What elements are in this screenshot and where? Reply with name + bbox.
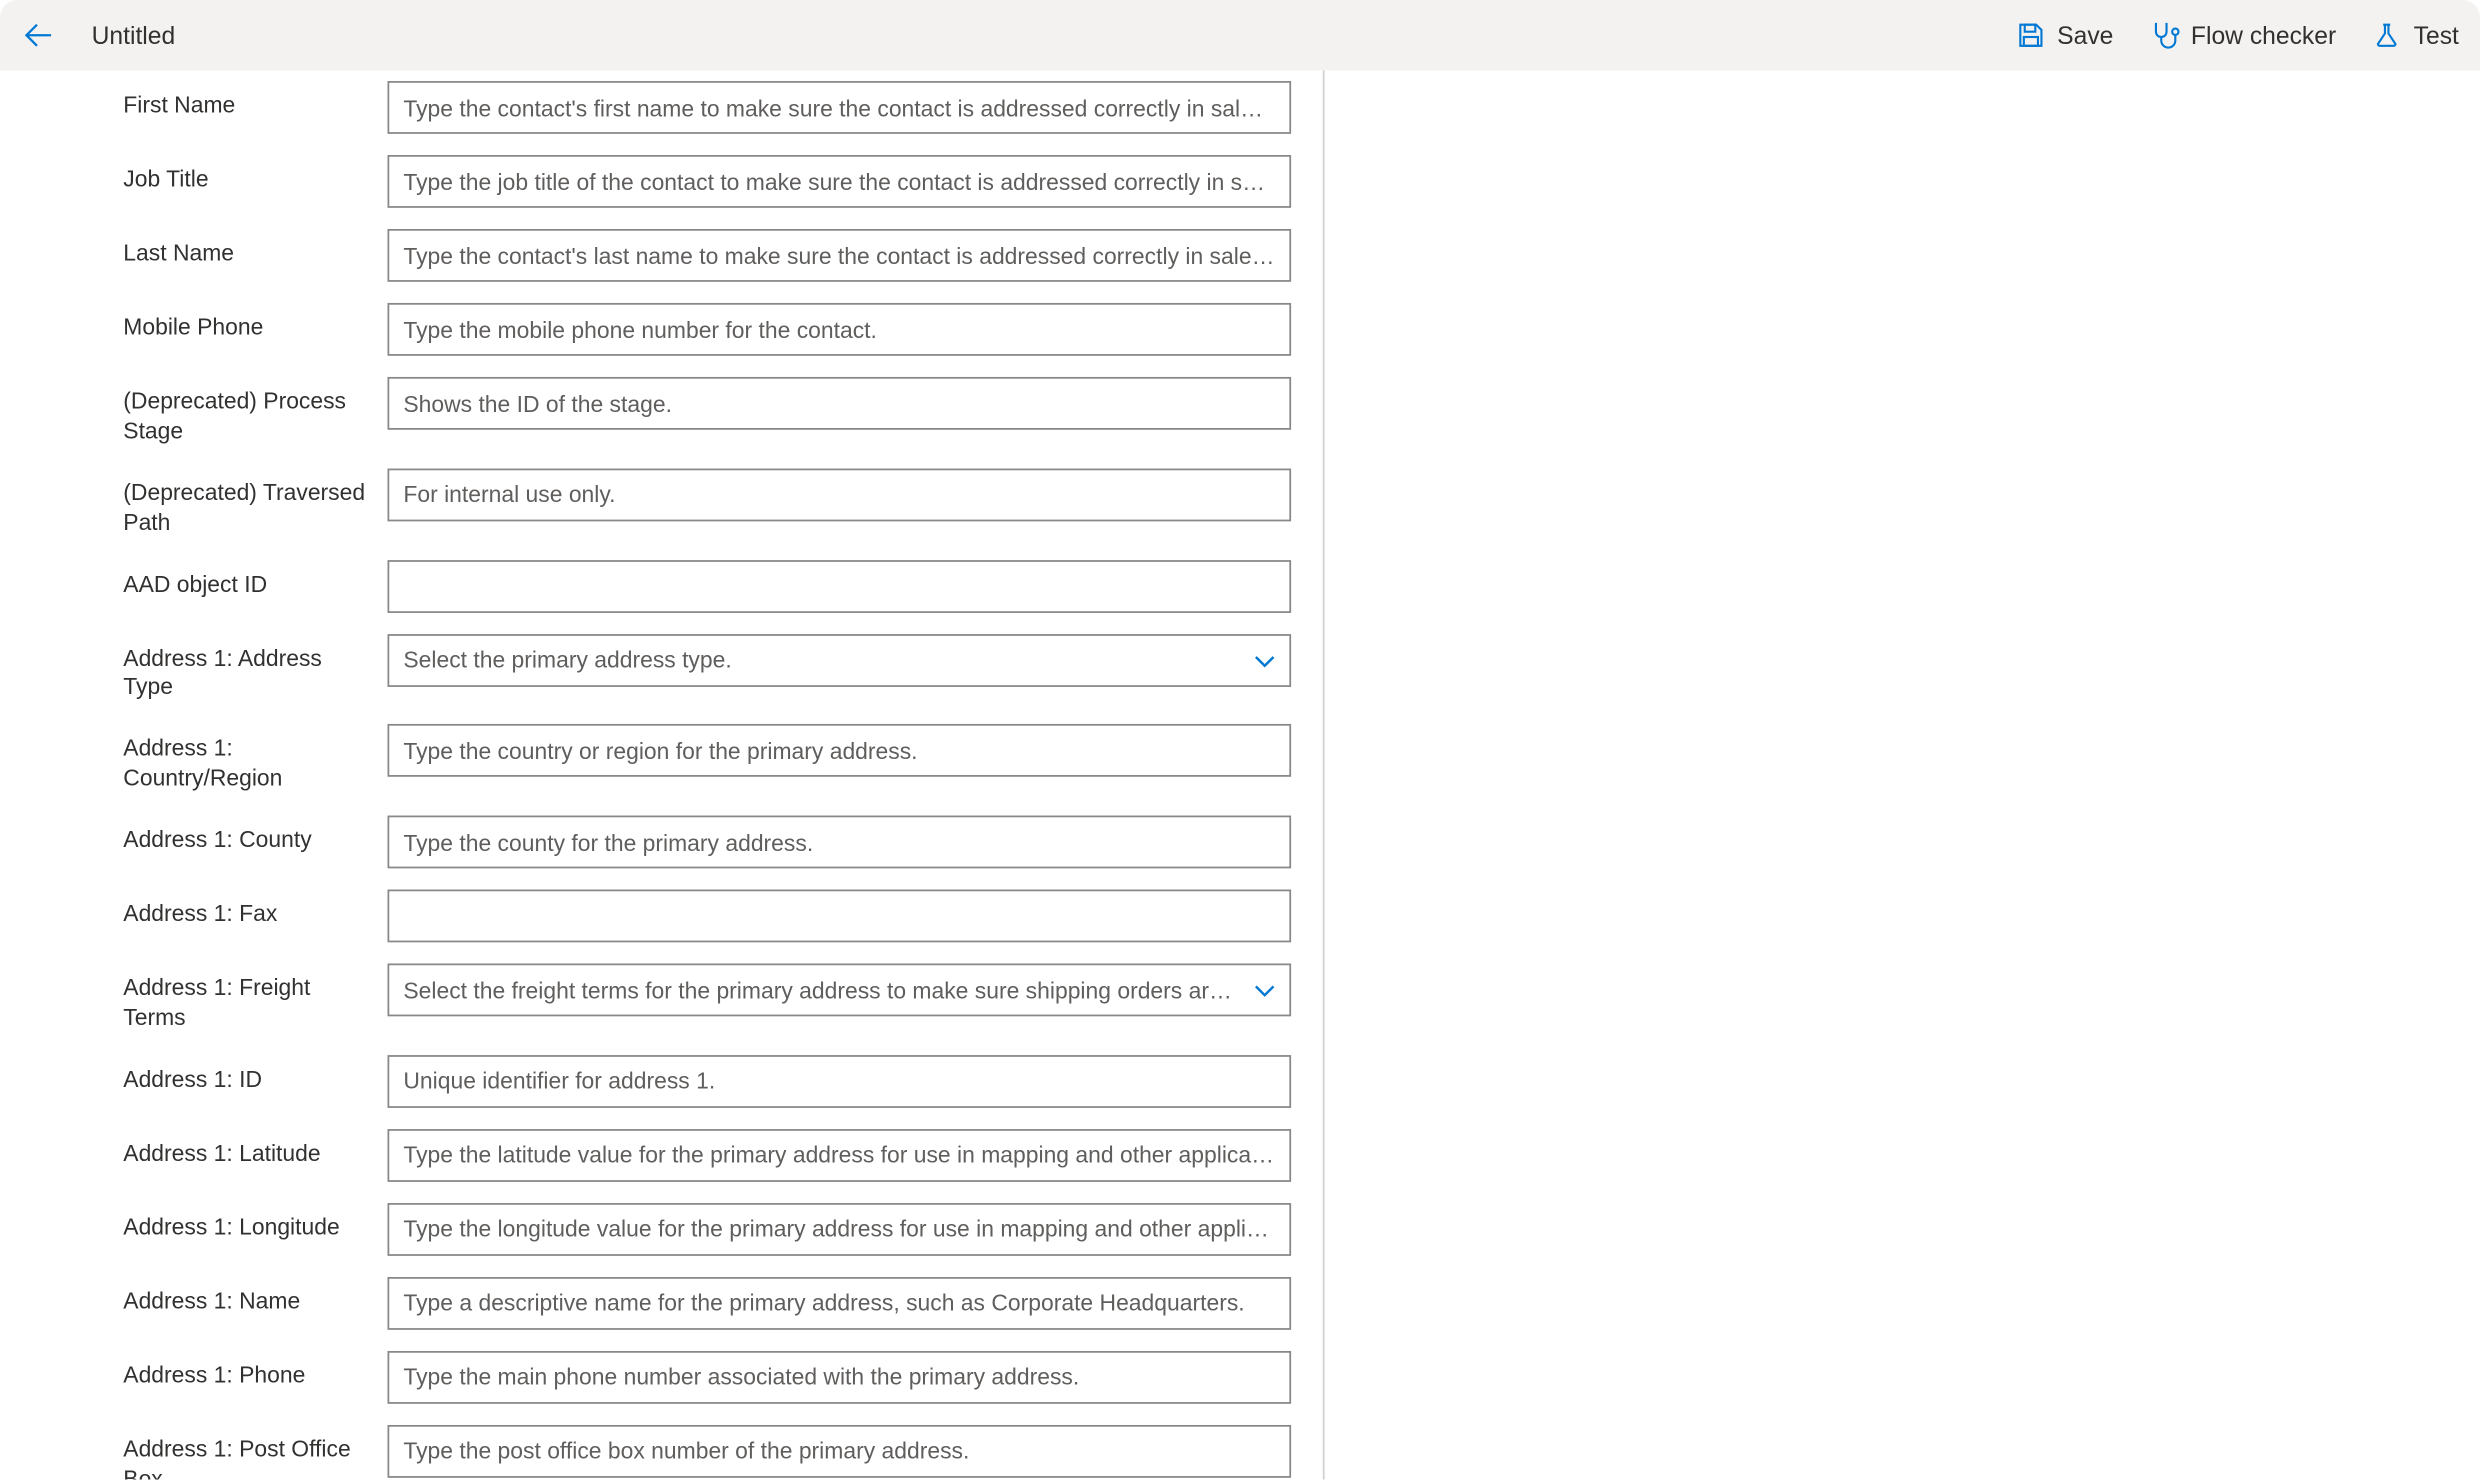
form-row: Address 1: Longitude (123, 1203, 1291, 1256)
field-control (388, 303, 1292, 356)
field-label: (Deprecated) Process Stage (123, 377, 387, 447)
page-title: Untitled (92, 21, 176, 49)
form-row: Address 1: Country/Region (123, 725, 1291, 795)
field-label: Mobile Phone (123, 303, 387, 343)
form-row: Mobile Phone (123, 303, 1291, 356)
field-control (388, 1055, 1292, 1108)
text-input[interactable] (388, 725, 1292, 778)
form-row: Job Title (123, 155, 1291, 208)
field-label: Address 1: Phone (123, 1351, 387, 1391)
form-row: Address 1: Post Office Box (123, 1425, 1291, 1480)
field-control (388, 1351, 1292, 1404)
field-label: Address 1: Post Office Box (123, 1425, 387, 1480)
field-control (388, 1425, 1292, 1478)
field-label: Address 1: Country/Region (123, 725, 387, 795)
back-arrow-icon (21, 18, 56, 53)
form-row: Last Name (123, 229, 1291, 282)
field-label: (Deprecated) Traversed Path (123, 468, 387, 538)
test-label: Test (2414, 21, 2459, 49)
topbar-right: Save Flow checker Test (2015, 19, 2459, 51)
select-input[interactable] (388, 633, 1292, 686)
field-control (388, 559, 1292, 612)
right-blank-area (1325, 70, 2480, 1479)
form-rows-container: First Name Job Title Last Name Mobile Phone… (0, 81, 1323, 1480)
form-row: Address 1: Name (123, 1277, 1291, 1330)
topbar-left: Untitled (18, 14, 176, 56)
flask-icon (2371, 19, 2403, 51)
field-label: AAD object ID (123, 559, 387, 599)
form-row: Address 1: Freight Terms (123, 964, 1291, 1034)
form-row: Address 1: Fax (123, 890, 1291, 943)
save-icon (2015, 19, 2047, 51)
field-control (388, 377, 1292, 430)
field-label: Address 1: County (123, 816, 387, 856)
flow-checker-label: Flow checker (2191, 21, 2336, 49)
field-control (388, 964, 1292, 1017)
text-input[interactable] (388, 1351, 1292, 1404)
text-input[interactable] (388, 81, 1292, 134)
text-input[interactable] (388, 303, 1292, 356)
back-button[interactable] (18, 14, 60, 56)
body-area: First Name Job Title Last Name Mobile Phone… (0, 70, 2480, 1479)
text-input[interactable] (388, 1277, 1292, 1330)
field-label: Address 1: ID (123, 1055, 387, 1095)
text-input[interactable] (388, 1055, 1292, 1108)
field-label: Address 1: Name (123, 1277, 387, 1317)
field-label: Address 1: Longitude (123, 1203, 387, 1243)
text-input[interactable] (388, 890, 1292, 943)
field-control (388, 890, 1292, 943)
flow-checker-button[interactable]: Flow checker (2149, 19, 2337, 51)
text-input[interactable] (388, 155, 1292, 208)
form-row: Address 1: County (123, 816, 1291, 869)
field-control (388, 155, 1292, 208)
top-bar: Untitled Save Flow checker (0, 0, 2480, 70)
field-control (388, 725, 1292, 778)
field-label: Address 1: Address Type (123, 633, 387, 703)
field-label: Job Title (123, 155, 387, 195)
field-label: Address 1: Fax (123, 890, 387, 930)
form-row: (Deprecated) Process Stage (123, 377, 1291, 447)
field-control (388, 1129, 1292, 1182)
form-row: Address 1: Phone (123, 1351, 1291, 1404)
form-column: First Name Job Title Last Name Mobile Phone… (0, 70, 1325, 1479)
stethoscope-icon (2149, 19, 2181, 51)
form-row: First Name (123, 81, 1291, 134)
field-control (388, 229, 1292, 282)
field-control (388, 1277, 1292, 1330)
field-label: Address 1: Freight Terms (123, 964, 387, 1034)
form-row: Address 1: Latitude (123, 1129, 1291, 1182)
field-control (388, 816, 1292, 869)
save-button[interactable]: Save (2015, 19, 2114, 51)
field-control (388, 468, 1292, 521)
form-row: Address 1: Address Type (123, 633, 1291, 703)
text-input[interactable] (388, 816, 1292, 869)
field-label: Address 1: Latitude (123, 1129, 387, 1169)
form-row: Address 1: ID (123, 1055, 1291, 1108)
field-control (388, 1203, 1292, 1256)
field-label: Last Name (123, 229, 387, 269)
text-input[interactable] (388, 1129, 1292, 1182)
form-row: AAD object ID (123, 559, 1291, 612)
field-label: First Name (123, 81, 387, 121)
text-input[interactable] (388, 229, 1292, 282)
text-input[interactable] (388, 468, 1292, 521)
select-input[interactable] (388, 964, 1292, 1017)
save-label: Save (2057, 21, 2113, 49)
test-button[interactable]: Test (2371, 19, 2459, 51)
form-row: (Deprecated) Traversed Path (123, 468, 1291, 538)
text-input[interactable] (388, 377, 1292, 430)
text-input[interactable] (388, 559, 1292, 612)
text-input[interactable] (388, 1203, 1292, 1256)
text-input[interactable] (388, 1425, 1292, 1478)
field-control (388, 633, 1292, 686)
field-control (388, 81, 1292, 134)
